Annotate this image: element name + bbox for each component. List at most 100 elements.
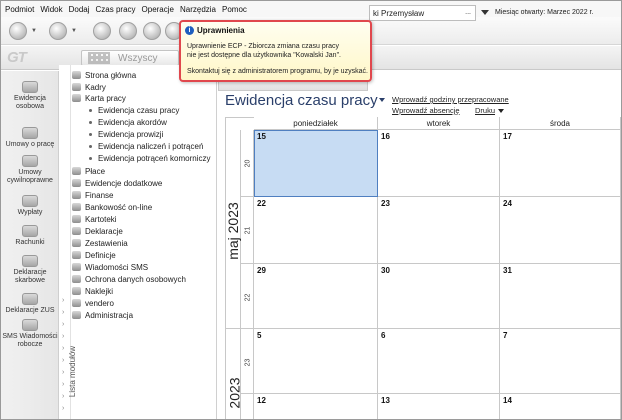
menu-widok[interactable]: Widok <box>40 5 62 14</box>
sidebar-item-umowy-cywilnoprawne[interactable]: Umowy cywilnoprawne <box>1 155 59 185</box>
print-link[interactable]: Druku <box>475 106 495 115</box>
sidebar-item-ewidencja-osobowa[interactable]: Ewidencja osobowa <box>1 81 59 111</box>
day-number: 17 <box>503 132 512 141</box>
tree-item[interactable]: Ewidencje dodatkowe <box>72 177 162 189</box>
expand-chevron-icon[interactable]: › <box>62 357 64 364</box>
calendar-day-cell[interactable]: 12 <box>254 394 378 419</box>
day-number: 6 <box>381 331 386 340</box>
tree-item[interactable]: Ewidencja naliczeń i potrąceń <box>89 140 203 152</box>
calendar-day-cell[interactable]: 29 <box>254 264 378 329</box>
calendar-day-cell[interactable]: 31 <box>500 264 621 329</box>
module-icon <box>72 179 81 187</box>
tree-item[interactable]: Naklejki <box>72 285 113 297</box>
module-list-bar[interactable]: Lista modułów <box>59 65 77 419</box>
tree-item[interactable]: Ewidencja akordów <box>89 116 167 128</box>
sidebar-item-deklaracje-zus[interactable]: Deklaracje ZUS <box>1 293 59 315</box>
tree-item-label: Bankowość on-line <box>85 202 153 212</box>
enter-worked-hours-link[interactable]: Wprowadź godziny przepracowane <box>392 95 509 104</box>
tree-item[interactable]: Wiadomości SMS <box>72 261 148 273</box>
refresh-icon[interactable] <box>93 22 111 40</box>
calendar-day-cell[interactable]: 17 <box>500 130 621 197</box>
sidebar-item-rachunki[interactable]: Rachunki <box>1 225 59 247</box>
calendar-day-cell[interactable]: 22 <box>254 197 378 264</box>
menu-pomoc[interactable]: Pomoc <box>222 5 247 14</box>
module-icon <box>72 167 81 175</box>
tax-declaration-icon <box>22 255 38 267</box>
sidebar-item-deklaracje-skarbowe[interactable]: Deklaracje skarbowe <box>1 255 59 285</box>
tree-item[interactable]: Ochrona danych osobowych <box>72 273 186 285</box>
toolbar-tool-icon[interactable] <box>119 22 137 40</box>
expand-chevron-icon[interactable]: › <box>62 297 64 304</box>
expand-chevron-icon[interactable]: › <box>62 333 64 340</box>
expand-chevron-icon[interactable]: › <box>62 393 64 400</box>
expand-chevron-icon[interactable]: › <box>62 369 64 376</box>
print-dropdown-icon[interactable] <box>498 109 504 113</box>
expand-chevron-icon[interactable]: › <box>62 321 64 328</box>
calendar-day-cell[interactable]: 5 <box>254 329 378 394</box>
calendar-day-cell[interactable]: 16 <box>378 130 500 197</box>
tree-item[interactable]: vendero <box>72 297 114 309</box>
tree-item[interactable]: Administracja <box>72 309 133 321</box>
menu-operacje[interactable]: Operacje <box>142 5 174 14</box>
title-dropdown-icon[interactable] <box>379 98 385 102</box>
calendar-day-cell[interactable]: 7 <box>500 329 621 394</box>
calendar-day-cell[interactable]: 6 <box>378 329 500 394</box>
menu-czas-pracy[interactable]: Czas pracy <box>96 5 136 14</box>
tree-item-label: Ewidencja prowizji <box>98 129 164 139</box>
tree-item[interactable]: Karta pracy <box>72 92 126 104</box>
tooltip-line: nie jest dostępne dla użytkownika "Kowal… <box>187 52 341 59</box>
tree-item[interactable]: Bankowość on-line <box>72 201 152 213</box>
calendar-day-cell[interactable]: 23 <box>378 197 500 264</box>
calendar-day-cell[interactable]: 14 <box>500 394 621 419</box>
employee-select-ellipsis[interactable]: ... <box>465 9 471 16</box>
enter-absence-link[interactable]: Wprowadź absencję <box>392 106 460 115</box>
expand-chevron-icon[interactable]: › <box>62 345 64 352</box>
back-dropdown-icon[interactable]: ▼ <box>31 28 37 34</box>
tree-item[interactable]: Ewidencja czasu pracy <box>89 104 179 116</box>
toolbar-tool2-icon[interactable] <box>143 22 161 40</box>
day-number: 14 <box>503 396 512 405</box>
calendar-day-cell[interactable]: 30 <box>378 264 500 329</box>
forward-dropdown-icon[interactable]: ▼ <box>71 28 77 34</box>
tree-item[interactable]: Płace <box>72 165 105 177</box>
tree-item[interactable]: Deklaracje <box>72 225 123 237</box>
day-number: 24 <box>503 199 512 208</box>
back-icon[interactable] <box>9 22 27 40</box>
bullet-icon <box>89 132 92 136</box>
week-number: 23 <box>244 358 252 367</box>
expand-chevron-icon[interactable]: › <box>62 405 64 412</box>
tree-item-label: Administracja <box>85 310 134 320</box>
tree-item[interactable]: Strona główna <box>72 69 136 81</box>
sidebar-item-wyplaty[interactable]: Wypłaty <box>1 195 59 217</box>
calendar-day-cell[interactable]: 13 <box>378 394 500 419</box>
tree-item[interactable]: Ewidencja potrąceń komorniczy <box>89 152 211 164</box>
tree-item[interactable]: Kartoteki <box>72 213 117 225</box>
day-number: 7 <box>503 331 508 340</box>
sidebar-item-sms[interactable]: SMS Wiadomości robocze <box>1 319 59 349</box>
employee-select[interactable]: ki Przemysław ... <box>369 5 476 21</box>
tree-item[interactable]: Definicje <box>72 249 116 261</box>
tree-item-label: Deklaracje <box>85 226 123 236</box>
forward-icon[interactable] <box>49 22 67 40</box>
menu-dodaj[interactable]: Dodaj <box>69 5 90 14</box>
all-employees-label: Wszyscy <box>118 52 158 64</box>
calendar-day-cell[interactable]: 15 <box>254 130 378 197</box>
calendar-day-cell[interactable]: 24 <box>500 197 621 264</box>
tree-item[interactable]: Zestawienia <box>72 237 128 249</box>
logo: GT <box>7 49 27 66</box>
menu-podmiot[interactable]: Podmiot <box>5 5 34 14</box>
expand-chevron-icon[interactable]: › <box>62 309 64 316</box>
all-employees-button[interactable]: Wszyscy <box>81 50 179 66</box>
bullet-icon <box>89 144 92 148</box>
civil-contract-icon <box>22 155 38 167</box>
expand-chevron-icon[interactable]: › <box>62 381 64 388</box>
month-label: maj 2023 <box>224 202 241 260</box>
day-number: 15 <box>257 132 266 141</box>
tree-item[interactable]: Ewidencja prowizji <box>89 128 163 140</box>
sidebar-item-umowy-o-prace[interactable]: Umowy o pracę <box>1 127 59 149</box>
employee-dropdown-icon[interactable] <box>481 10 489 15</box>
tree-item[interactable]: Finanse <box>72 189 113 201</box>
zus-declaration-icon <box>22 293 38 305</box>
menu-narzedzia[interactable]: Narzędzia <box>180 5 216 14</box>
day-header: wtorek <box>378 117 500 130</box>
